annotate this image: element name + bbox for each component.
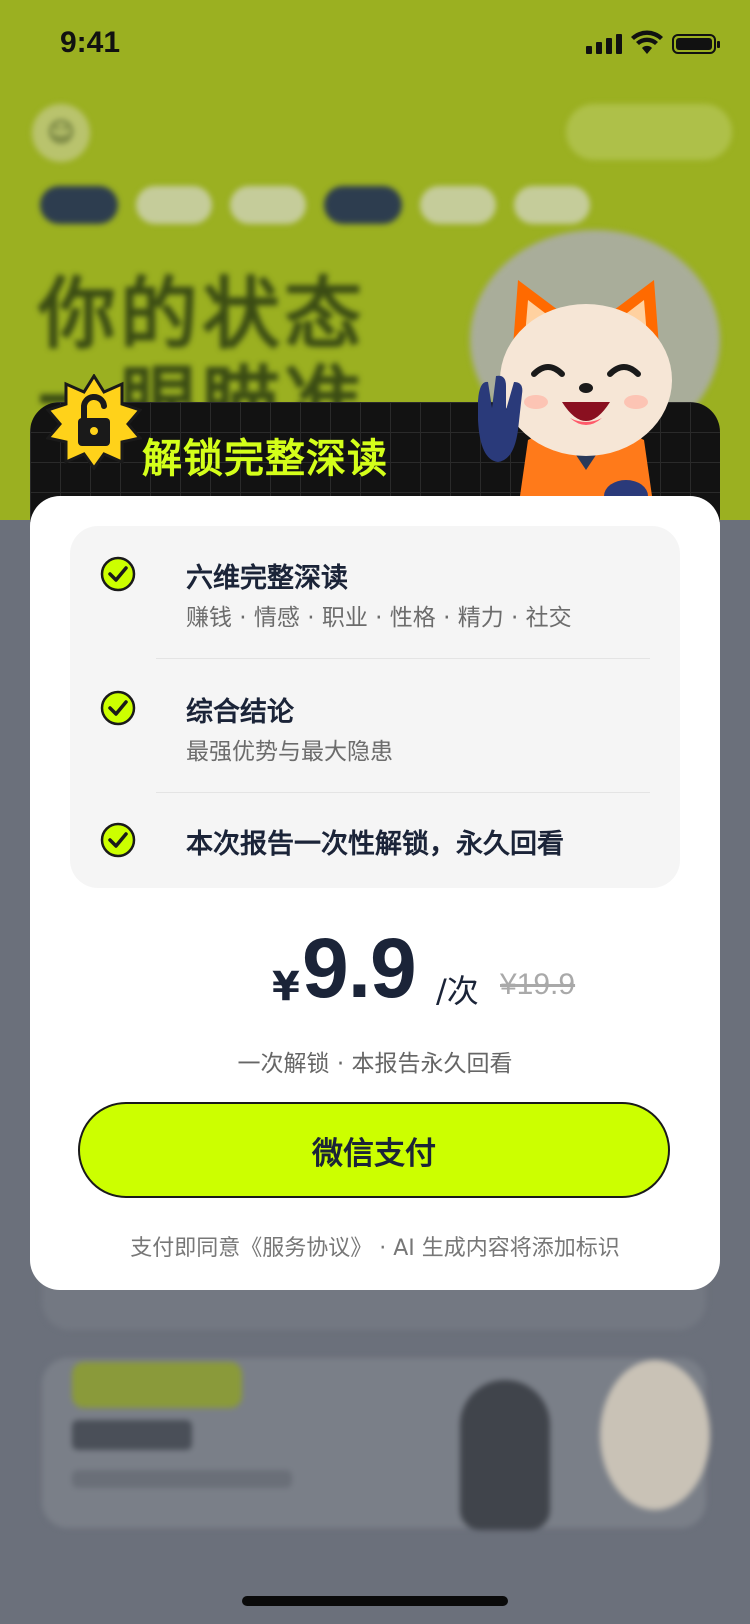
wifi-icon xyxy=(631,30,663,54)
service-agreement-text[interactable]: 支付即同意《服务协议》 · AI 生成内容将添加标识 xyxy=(30,1230,720,1262)
feature-title: 六维完整深读 xyxy=(186,563,348,594)
unlock-badge-icon xyxy=(46,374,142,470)
divider xyxy=(156,792,650,793)
background-chip xyxy=(40,186,118,224)
battery-icon xyxy=(672,34,720,54)
status-time: 9:41 xyxy=(60,26,121,59)
background-chip xyxy=(324,186,402,224)
background-badge xyxy=(72,1362,242,1408)
feature-title: 综合结论 xyxy=(186,697,294,728)
price-unit: /次 xyxy=(436,972,479,1010)
divider xyxy=(156,658,650,659)
wechat-pay-button[interactable]: 微信支付 xyxy=(78,1102,670,1198)
cat-mascot-image xyxy=(478,280,672,515)
price-row: ¥ 9.9 /次 ¥19.9 xyxy=(30,920,720,1020)
background-text xyxy=(72,1470,292,1488)
check-circle-icon xyxy=(100,822,136,858)
background-chip xyxy=(230,186,306,224)
background-chip xyxy=(420,186,496,224)
background-chip xyxy=(514,186,590,224)
feature-subtitle: 最强优势与最大隐患 xyxy=(186,739,393,765)
check-circle-icon xyxy=(100,690,136,726)
price-note: 一次解锁 · 本报告永久回看 xyxy=(237,1051,513,1077)
background-avatar-icon: ☺ xyxy=(32,104,90,162)
feature-title: 本次报告一次性解锁，永久回看 xyxy=(186,829,564,860)
price-amount: 9.9 xyxy=(302,921,417,1015)
price-currency: ¥ xyxy=(272,964,300,1010)
original-price: ¥19.9 xyxy=(500,968,576,1001)
cellular-signal-icon xyxy=(586,34,622,54)
check-circle-icon xyxy=(100,556,136,592)
status-bar: 9:41 xyxy=(0,0,750,90)
unlock-modal: 六维完整深读 赚钱 · 情感 · 职业 · 性格 · 精力 · 社交 综合结论 … xyxy=(30,496,720,1290)
feature-subtitle: 赚钱 · 情感 · 职业 · 性格 · 精力 · 社交 xyxy=(186,605,572,631)
background-figure-image xyxy=(460,1380,550,1530)
home-indicator[interactable] xyxy=(242,1596,508,1606)
background-text xyxy=(72,1420,192,1450)
background-chip xyxy=(136,186,212,224)
unlock-title: 解锁完整深读 xyxy=(142,436,388,482)
feature-list: 六维完整深读 赚钱 · 情感 · 职业 · 性格 · 精力 · 社交 综合结论 … xyxy=(70,526,680,888)
background-action-pill xyxy=(566,104,732,160)
background-mascot-image xyxy=(600,1360,710,1510)
